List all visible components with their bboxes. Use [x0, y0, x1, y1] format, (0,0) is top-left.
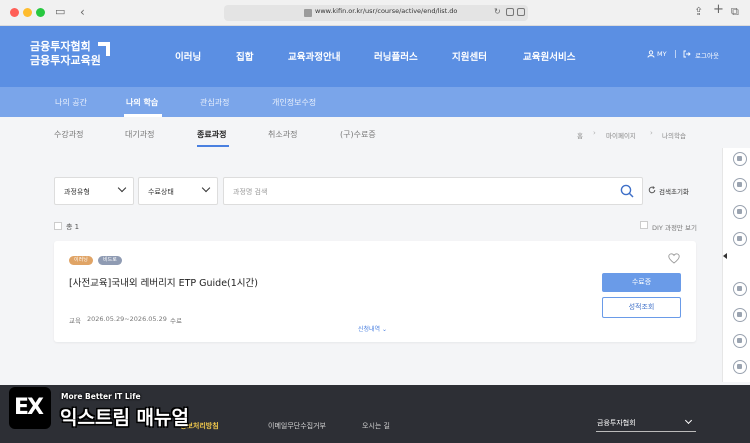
- nav-institute-services[interactable]: 교육원서비스: [523, 49, 575, 63]
- back-icon[interactable]: ‹: [80, 5, 85, 19]
- subnav-interest-courses[interactable]: 관심과정: [200, 97, 229, 108]
- nav-group-training[interactable]: 집합: [236, 49, 253, 63]
- breadcrumb-separator: ›: [593, 129, 596, 137]
- minimize-window-button[interactable]: [23, 8, 32, 17]
- breadcrumb-home[interactable]: 홈: [577, 130, 583, 140]
- logout-icon: [683, 50, 691, 58]
- heart-icon[interactable]: [668, 253, 680, 264]
- main-content: 수강과정 대기과정 종료과정 취소과정 (구)수료증 홈 › 마이페이지 › 나…: [0, 117, 722, 385]
- tab-completed[interactable]: 종료과정: [197, 129, 226, 140]
- select-all-checkbox[interactable]: [54, 222, 62, 230]
- subnav-edit-profile[interactable]: 개인정보수정: [272, 97, 316, 108]
- nav-course-guide[interactable]: 교육과정안내: [288, 49, 340, 63]
- sidebar-toggle-icon[interactable]: ▭: [55, 5, 65, 19]
- course-search-input[interactable]: 과정명 검색: [223, 177, 643, 205]
- extension-icon[interactable]: [517, 8, 525, 16]
- course-type-select[interactable]: 과정유형: [54, 177, 134, 205]
- badge-elearning: 이러닝: [69, 256, 93, 265]
- search-icon[interactable]: [620, 184, 634, 198]
- tab-cancelled[interactable]: 취소과정: [268, 129, 297, 140]
- quick-menu-icon-5[interactable]: [733, 282, 747, 296]
- certificate-button[interactable]: 수료증: [602, 273, 681, 292]
- course-type-value: 과정유형: [64, 188, 90, 196]
- site-header: 금융투자협회 금융투자교육원 이러닝 집합 교육과정안내 러닝플러스 지원센터 …: [0, 26, 750, 87]
- site-logo[interactable]: 금융투자협회 금융투자교육원: [30, 40, 101, 68]
- application-details-toggle[interactable]: 신청내역 ⌄: [358, 324, 387, 333]
- browser-toolbar: ▭ ‹ www.kifin.or.kr/usr/course/active/en…: [0, 0, 750, 26]
- breadcrumb-mypage[interactable]: 마이페이지: [606, 130, 636, 140]
- header-divider: [675, 50, 676, 58]
- completion-status-select[interactable]: 수료상태: [138, 177, 218, 205]
- breadcrumb-separator: ›: [650, 129, 653, 137]
- completion-status-value: 수료상태: [148, 188, 174, 196]
- new-tab-icon[interactable]: +: [713, 3, 724, 17]
- subnav-my-space[interactable]: 나의 공간: [55, 97, 87, 108]
- reload-icon[interactable]: ↻: [494, 7, 501, 16]
- reader-icon[interactable]: [506, 8, 514, 16]
- breadcrumb-current: 나의학습: [662, 132, 686, 140]
- chevron-down-icon: [684, 416, 693, 425]
- quick-menu-icon-6[interactable]: [733, 308, 747, 322]
- family-site-select[interactable]: 금융투자협회: [596, 416, 696, 432]
- nav-elearning[interactable]: 이러닝: [175, 49, 201, 63]
- url-text: www.kifin.or.kr/usr/course/active/end/li…: [315, 7, 458, 15]
- course-period: 2026.05.29~2026.05.29: [87, 315, 167, 323]
- quick-menu-icon-3[interactable]: [733, 205, 747, 219]
- course-title[interactable]: [사전교육]국내외 레버리지 ETP Guide(1시간): [69, 275, 258, 289]
- tab-old-certificate[interactable]: (구)수료증: [340, 129, 376, 140]
- chevron-down-icon: [201, 183, 211, 193]
- diy-only-label[interactable]: DIY 과정만 보기: [652, 222, 697, 232]
- quick-menu-icon-2[interactable]: [733, 178, 747, 192]
- grade-inquiry-button[interactable]: 성적조회: [602, 297, 681, 318]
- completion-status: 수료: [170, 317, 182, 325]
- footer-email-refusal[interactable]: 이메일무단수집거부: [268, 421, 326, 431]
- tab-waiting[interactable]: 대기과정: [125, 129, 154, 140]
- tab-in-progress[interactable]: 수강과정: [54, 129, 83, 140]
- logo-line-2: 금융투자교육원: [30, 54, 101, 67]
- tab-active-indicator: [197, 145, 229, 147]
- quick-menu-icon-4[interactable]: [733, 232, 747, 246]
- close-window-button[interactable]: [10, 8, 19, 17]
- badge-type: 비드로: [98, 256, 122, 265]
- person-icon: [647, 50, 655, 58]
- chevron-down-icon: [117, 183, 127, 193]
- total-count: 총 1: [66, 223, 80, 231]
- footer-directions[interactable]: 오시는 길: [362, 421, 390, 431]
- search-placeholder: 과정명 검색: [233, 188, 268, 196]
- watermark-logo-text: EX: [14, 395, 44, 420]
- share-icon[interactable]: ⇪: [694, 5, 703, 19]
- tab-overview-icon[interactable]: ⧉: [731, 5, 739, 19]
- logo-mark-icon: [98, 42, 110, 56]
- family-site-value: 금융투자협회: [597, 419, 636, 427]
- watermark-tagline: More Better IT Life: [61, 392, 141, 401]
- address-bar[interactable]: www.kifin.or.kr/usr/course/active/end/li…: [224, 5, 528, 21]
- refresh-icon[interactable]: [648, 186, 656, 194]
- quick-menu-icon-8[interactable]: [733, 360, 747, 374]
- my-page-link[interactable]: MY: [657, 50, 667, 58]
- period-label: 교육: [69, 317, 81, 325]
- nav-learning-plus[interactable]: 러닝플러스: [374, 49, 418, 63]
- maximize-window-button[interactable]: [36, 8, 45, 17]
- site-icon: [304, 9, 312, 17]
- subnav-my-learning[interactable]: 나의 학습: [126, 97, 158, 108]
- collapse-arrow-icon[interactable]: [723, 253, 727, 259]
- logo-line-1: 금융투자협회: [30, 40, 91, 53]
- search-reset-button[interactable]: 검색초기화: [659, 186, 689, 196]
- chevron-down-icon: ⌄: [382, 326, 388, 333]
- sub-navigation: 나의 공간 나의 학습 관심과정 개인정보수정: [0, 87, 750, 117]
- watermark-name: 익스트림 매뉴얼: [60, 407, 189, 429]
- quick-menu-icon-1[interactable]: [733, 152, 747, 166]
- logout-link[interactable]: 로그아웃: [695, 50, 719, 60]
- nav-support-center[interactable]: 지원센터: [452, 49, 487, 63]
- course-card: 이러닝 비드로 [사전교육]국내외 레버리지 ETP Guide(1시간) 교육…: [54, 241, 696, 342]
- quick-menu-icon-7[interactable]: [733, 334, 747, 348]
- diy-only-checkbox[interactable]: [640, 221, 648, 229]
- watermark-logo: EX: [9, 387, 51, 429]
- application-details-label: 신청내역: [358, 326, 381, 333]
